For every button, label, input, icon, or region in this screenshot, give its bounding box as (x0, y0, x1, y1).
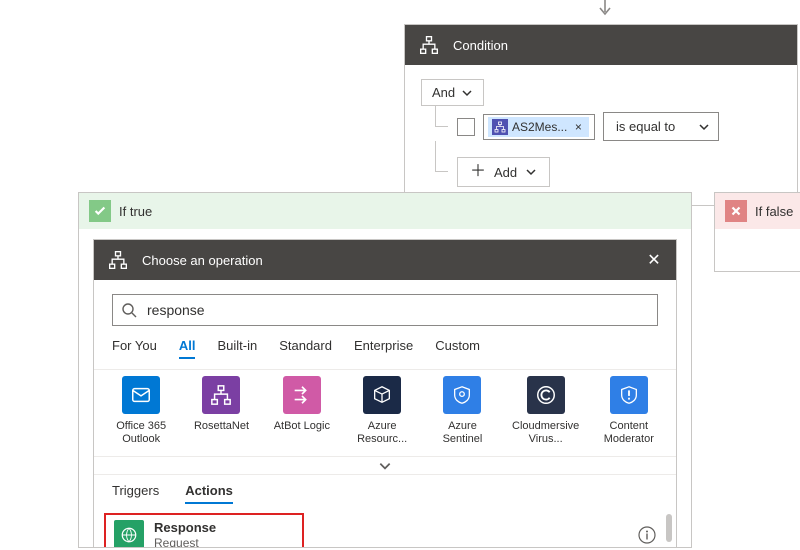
filter-tab-foryou[interactable]: For You (112, 338, 157, 359)
connector-grid-expand[interactable] (94, 457, 676, 475)
connector-name: Azure Sentinel (433, 420, 491, 446)
filter-tab-builtin[interactable]: Built-in (217, 338, 257, 359)
dynamic-token[interactable]: AS2Mes... × (488, 117, 589, 137)
connector-icon (283, 376, 321, 414)
connector-office-365-outlook[interactable]: Office 365 Outlook (112, 376, 170, 446)
token-label: AS2Mes... (512, 120, 567, 134)
close-icon (725, 200, 747, 222)
connector-icon (527, 376, 565, 414)
condition-title: Condition (453, 38, 508, 53)
condition-add-button[interactable]: ＋ Add (457, 157, 550, 187)
choose-operation-header: Choose an operation ✕ (94, 240, 676, 280)
chevron-down-icon (461, 87, 473, 99)
search-box[interactable] (112, 294, 658, 326)
condition-card: Condition And AS2Mes... × (404, 24, 798, 206)
tab-actions[interactable]: Actions (185, 483, 233, 504)
condition-add-label: Add (494, 165, 517, 180)
filter-tab-standard[interactable]: Standard (279, 338, 332, 359)
connector-icon (443, 376, 481, 414)
connector-name: RosettaNet (194, 420, 249, 433)
iffalse-header[interactable]: If false (715, 193, 800, 229)
response-connector-icon (114, 520, 144, 548)
iffalse-label: If false (755, 204, 793, 219)
connector-name: AtBot Logic (274, 420, 330, 433)
iftrue-header[interactable]: If true (79, 193, 691, 229)
connector-name: Content Moderator (600, 420, 658, 446)
connector-azure-sentinel[interactable]: Azure Sentinel (433, 376, 491, 446)
iffalse-branch: If false (714, 192, 800, 272)
connector-icon (363, 376, 401, 414)
plus-icon: ＋ (470, 164, 486, 180)
results-scrollbar[interactable] (666, 514, 672, 542)
chevron-down-icon (525, 166, 537, 178)
choose-operation-panel: Choose an operation ✕ For You All Built-… (93, 239, 677, 548)
connector-name: Cloudmersive Virus... (512, 420, 579, 446)
search-input[interactable] (145, 301, 649, 319)
choose-operation-title: Choose an operation (142, 253, 263, 268)
connector-grid: Office 365 Outlook RosettaNet AtBot Logic A… (94, 369, 676, 457)
tab-triggers[interactable]: Triggers (112, 483, 159, 504)
connector-rosettanet[interactable]: RosettaNet (192, 376, 250, 446)
connector-content-moderator[interactable]: Content Moderator (600, 376, 658, 446)
connector-icon (122, 376, 160, 414)
iftrue-branch: If true Choose an operation ✕ For You Al… (78, 192, 692, 548)
connector-name: Azure Resourc... (353, 420, 411, 446)
choose-operation-icon (104, 246, 132, 274)
iftrue-label: If true (119, 204, 152, 219)
info-icon[interactable] (638, 526, 656, 544)
condition-group-operator[interactable]: And (421, 79, 484, 106)
result-name: Response (154, 520, 216, 536)
condition-icon (415, 31, 443, 59)
condition-comparator-label: is equal to (616, 119, 675, 134)
condition-add-row: ＋ Add (435, 157, 781, 187)
condition-comparator[interactable]: is equal to (603, 112, 719, 141)
condition-left-operand[interactable]: AS2Mes... × (483, 114, 595, 140)
condition-header[interactable]: Condition (405, 25, 797, 65)
close-button[interactable]: ✕ (642, 250, 666, 270)
chevron-down-icon (698, 121, 710, 133)
condition-row: AS2Mes... × is equal to (435, 112, 781, 141)
filter-tab-enterprise[interactable]: Enterprise (354, 338, 413, 359)
connector-atbot-logic[interactable]: AtBot Logic (273, 376, 331, 446)
condition-group-operator-label: And (432, 85, 455, 100)
chevron-down-icon (378, 459, 392, 473)
flow-arrow-down-icon (597, 0, 613, 20)
connector-name: Office 365 Outlook (112, 420, 170, 446)
search-icon (121, 302, 137, 318)
filter-tabs: For You All Built-in Standard Enterprise… (94, 332, 676, 369)
connector-cloudmersive-virus[interactable]: Cloudmersive Virus... (514, 376, 578, 446)
connector-azure-resourc[interactable]: Azure Resourc... (353, 376, 411, 446)
results-list: Response Request (94, 508, 676, 548)
connector-icon (610, 376, 648, 414)
check-icon (89, 200, 111, 222)
trigger-action-tabs: Triggers Actions (94, 475, 676, 508)
condition-row-checkbox[interactable] (457, 118, 475, 136)
result-subtitle: Request (154, 536, 216, 548)
token-remove-button[interactable]: × (571, 120, 585, 134)
token-source-icon (492, 119, 508, 135)
filter-tab-custom[interactable]: Custom (435, 338, 480, 359)
filter-tab-all[interactable]: All (179, 338, 196, 359)
result-item-response[interactable]: Response Request (106, 514, 664, 548)
connector-icon (202, 376, 240, 414)
